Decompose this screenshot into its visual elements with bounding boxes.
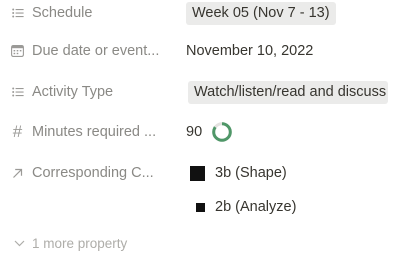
property-value-corresponding: 3b (Shape) — [190, 165, 287, 181]
property-name-schedule[interactable]: Schedule — [11, 5, 92, 21]
property-name-corresponding[interactable]: Corresponding C... — [11, 165, 154, 181]
hash-icon: # — [12, 122, 23, 141]
property-name-due-date[interactable]: Due date or event... — [11, 43, 159, 59]
property-row-minutes: # Minutes required ... 90 — [0, 117, 400, 147]
more-properties-label: 1 more property — [32, 236, 128, 251]
relation-label: 3b (Shape) — [215, 165, 287, 181]
property-value-activity-type[interactable]: Watch/listen/read and discuss — [188, 80, 389, 104]
property-row-corresponding: Corresponding C... 3b (Shape) — [0, 158, 400, 188]
property-name-label: Schedule — [32, 5, 93, 21]
property-name-activity-type[interactable]: Activity Type — [11, 84, 113, 100]
property-name-label: Corresponding C... — [32, 165, 154, 181]
relation-item[interactable]: 3b (Shape) — [190, 165, 287, 181]
page-properties: Schedule Week 05 (Nov 7 - 13) Due date o… — [0, 0, 400, 257]
property-row-due-date: Due date or event... November 10, 2022 — [0, 36, 400, 66]
property-name-minutes[interactable]: # Minutes required ... — [11, 122, 157, 141]
date-value[interactable]: November 10, 2022 — [186, 43, 313, 59]
relation-item[interactable]: 2b (Analyze) — [196, 199, 296, 215]
number-value[interactable]: 90 — [186, 124, 202, 140]
select-tag[interactable]: Watch/listen/read and discuss — [188, 80, 389, 104]
property-row-corresponding-2: 2b (Analyze) — [0, 192, 400, 222]
more-properties-toggle[interactable]: 1 more property — [13, 236, 127, 251]
relation-arrow-icon — [11, 166, 24, 180]
page-icon — [196, 202, 205, 212]
progress-ring-icon — [212, 122, 232, 142]
property-value-schedule[interactable]: Week 05 (Nov 7 - 13) — [186, 1, 336, 25]
property-value-due-date[interactable]: November 10, 2022 — [186, 43, 313, 59]
property-row-schedule: Schedule Week 05 (Nov 7 - 13) — [0, 0, 400, 28]
property-value-minutes[interactable]: 90 — [186, 121, 233, 143]
property-row-activity-type: Activity Type Watch/listen/read and disc… — [0, 77, 400, 107]
relation-label: 2b (Analyze) — [215, 199, 297, 215]
property-name-label: Due date or event... — [32, 43, 160, 59]
property-value-corresponding-2: 2b (Analyze) — [196, 199, 296, 215]
list-icon — [11, 85, 24, 99]
chevron-down-icon — [13, 237, 25, 251]
list-icon — [11, 6, 24, 20]
property-name-label: Activity Type — [32, 84, 114, 100]
property-name-label: Minutes required ... — [32, 124, 157, 140]
select-tag[interactable]: Week 05 (Nov 7 - 13) — [186, 1, 336, 25]
calendar-icon — [11, 44, 24, 58]
page-icon — [190, 165, 205, 181]
